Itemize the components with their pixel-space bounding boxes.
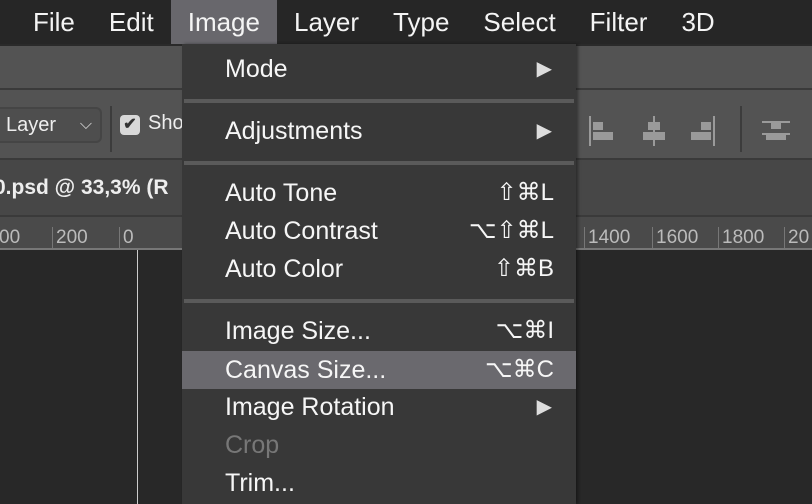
menu-type[interactable]: Type — [376, 0, 466, 44]
menu-item-label: Image Size... — [225, 317, 371, 345]
document-title: 0.psd @ 33,3% (R — [0, 176, 169, 199]
image-menu-dropdown: Mode ▶ Adjustments ▶ Auto Tone ⇧⌘L Auto Con… — [182, 44, 576, 504]
menu-separator — [184, 99, 574, 103]
menu-image[interactable]: Image — [170, 0, 277, 44]
menu-item-label: Trim... — [225, 469, 295, 497]
menu-item-label: Canvas Size... — [225, 356, 387, 384]
align-horizontal-center-icon[interactable] — [640, 112, 668, 146]
show-transform-label: Show — [148, 112, 182, 134]
shortcut: ⇧⌘B — [493, 255, 554, 282]
submenu-arrow-icon: ▶ — [536, 120, 552, 142]
menu-file[interactable]: File — [0, 0, 92, 44]
menu-item-label: Image Rotation — [225, 393, 395, 421]
menu-edit[interactable]: Edit — [92, 0, 171, 44]
shortcut: ⇧⌘L — [496, 179, 554, 206]
menu-item-adjustments[interactable]: Adjustments ▶ — [182, 112, 576, 150]
menu-item-canvas-size[interactable]: Canvas Size... ⌥⌘C — [182, 351, 576, 389]
ruler-label: 00 — [0, 227, 21, 248]
menu-item-image-rotation[interactable]: Image Rotation ▶ — [182, 388, 576, 426]
ruler-label: 0 — [119, 227, 134, 249]
menu-item-label: Auto Tone — [225, 179, 338, 207]
divider — [740, 106, 742, 152]
dropdown-value: Layer — [6, 114, 57, 136]
menu-item-auto-tone[interactable]: Auto Tone ⇧⌘L — [182, 174, 576, 212]
menu-separator — [184, 161, 574, 165]
menu-item-image-size[interactable]: Image Size... ⌥⌘I — [182, 312, 576, 350]
align-top-icon[interactable] — [762, 112, 790, 146]
menu-item-label: Mode — [225, 55, 288, 83]
menu-filter[interactable]: Filter — [573, 0, 665, 44]
ruler-label: 20 — [784, 227, 809, 249]
shortcut: ⌥⌘C — [485, 356, 554, 383]
menu-item-auto-contrast[interactable]: Auto Contrast ⌥⇧⌘L — [182, 212, 576, 250]
menu-item-trim[interactable]: Trim... — [182, 464, 576, 502]
chevron-down-icon: ⌵ — [79, 116, 92, 133]
shortcut: ⌥⌘I — [495, 317, 554, 344]
menu-separator — [184, 299, 574, 303]
menu-item-mode[interactable]: Mode ▶ — [182, 50, 576, 88]
show-transform-checkbox[interactable]: ✔ — [120, 115, 140, 135]
shortcut: ⌥⇧⌘L — [468, 217, 554, 244]
menu-item-label: Crop — [225, 431, 280, 459]
menu-3d[interactable]: 3D — [664, 0, 731, 44]
align-left-icon[interactable] — [588, 112, 616, 146]
ruler-label: 200 — [52, 227, 88, 249]
menu-item-label: Adjustments — [225, 117, 363, 145]
submenu-arrow-icon: ▶ — [536, 396, 552, 418]
menu-item-label: Auto Color — [225, 255, 344, 283]
auto-select-dropdown[interactable]: Layer ⌵ — [0, 107, 102, 143]
menu-select[interactable]: Select — [466, 0, 572, 44]
guide-line[interactable] — [137, 250, 138, 504]
menu-item-auto-color[interactable]: Auto Color ⇧⌘B — [182, 250, 576, 288]
ruler-label: 1800 — [718, 227, 764, 249]
menu-bar: File Edit Image Layer Type Select Filter… — [0, 0, 812, 44]
submenu-arrow-icon: ▶ — [536, 58, 552, 80]
ruler-label: 1400 — [584, 227, 630, 249]
menu-layer[interactable]: Layer — [277, 0, 376, 44]
menu-item-label: Auto Contrast — [225, 217, 378, 245]
divider — [110, 106, 112, 152]
menu-item-crop: Crop — [182, 426, 576, 464]
ruler-label: 1600 — [652, 227, 698, 249]
align-right-icon[interactable] — [690, 112, 718, 146]
